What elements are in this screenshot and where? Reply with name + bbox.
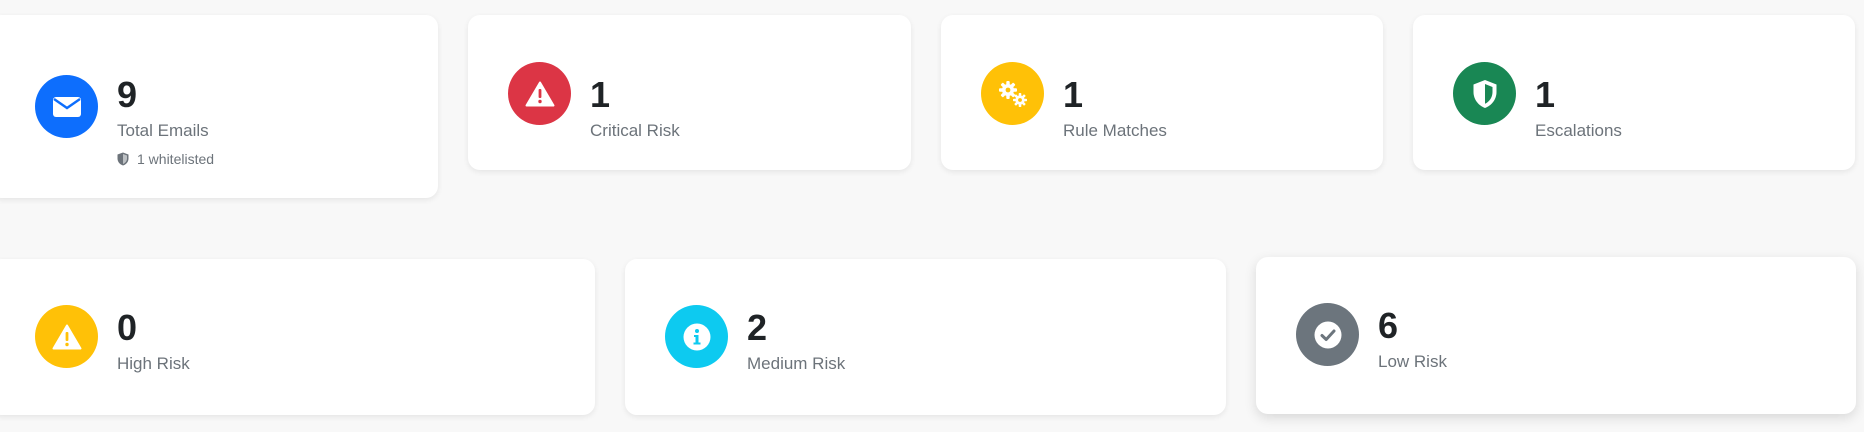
shield-icon <box>117 152 129 166</box>
whitelisted-text: 1 whitelisted <box>137 151 215 167</box>
rule-matches-value: 1 <box>1063 74 1084 115</box>
warning-triangle-icon <box>508 62 571 125</box>
info-icon <box>665 305 728 368</box>
escalations-label: Escalations <box>1535 121 1622 140</box>
envelope-icon <box>35 75 98 138</box>
stat-card-medium-risk: 2 Medium Risk <box>625 259 1226 415</box>
stat-card-high-risk: 0 High Risk <box>0 259 595 415</box>
low-risk-label: Low Risk <box>1378 352 1447 371</box>
critical-risk-label: Critical Risk <box>590 121 680 140</box>
medium-risk-value: 2 <box>747 307 768 348</box>
high-risk-label: High Risk <box>117 354 190 373</box>
shield-icon <box>1453 62 1516 125</box>
whitelisted-note: 1 whitelisted <box>117 151 214 167</box>
high-risk-value: 0 <box>117 307 138 348</box>
critical-risk-value: 1 <box>590 74 611 115</box>
escalations-value: 1 <box>1535 74 1556 115</box>
medium-risk-label: Medium Risk <box>747 354 846 373</box>
check-circle-icon <box>1296 303 1359 366</box>
stat-card-total-emails: 9 Total Emails 1 whitelisted <box>0 15 438 198</box>
stat-card-low-risk: 6 Low Risk <box>1256 257 1856 414</box>
total-emails-label: Total Emails <box>117 121 209 140</box>
gears-icon <box>981 62 1044 125</box>
warning-triangle-icon <box>35 305 98 368</box>
stat-card-rule-matches: 1 Rule Matches <box>941 15 1383 170</box>
low-risk-value: 6 <box>1378 305 1399 346</box>
total-emails-value: 9 <box>117 74 138 115</box>
rule-matches-label: Rule Matches <box>1063 121 1167 140</box>
stat-card-escalations: 1 Escalations <box>1413 15 1855 170</box>
stat-card-critical-risk: 1 Critical Risk <box>468 15 911 170</box>
